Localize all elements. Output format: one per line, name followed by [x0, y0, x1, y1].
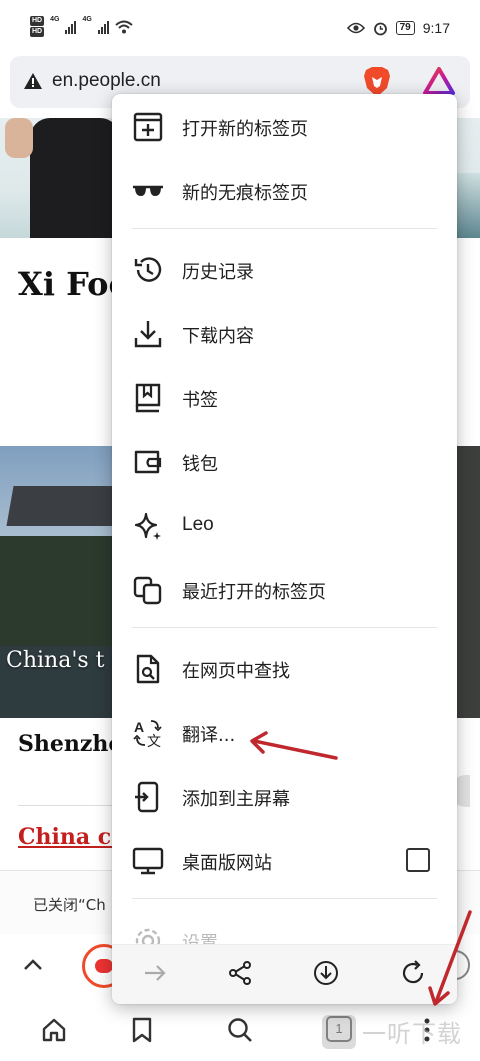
- search-icon[interactable]: [226, 1016, 254, 1044]
- story-link[interactable]: China ca Chinese: [18, 822, 118, 852]
- browser-menu: 打开新的标签页 新的无痕标签页 历史记录 下载内容 书签 钱包 Leo 最近打开…: [112, 94, 457, 1004]
- status-bar: HD HD 4G 4G 79 9:17: [0, 0, 480, 52]
- network-type: 4G: [82, 16, 92, 23]
- menu-separator: [132, 627, 437, 628]
- menu-item-label: 桌面版网站: [182, 853, 272, 874]
- signal-icon: [97, 20, 109, 34]
- brave-shield-icon: [95, 959, 113, 973]
- download-circle-icon[interactable]: [313, 960, 339, 986]
- menu-item-label: 钱包: [182, 454, 218, 475]
- hd-badges: HD HD: [30, 16, 45, 37]
- hero-hand: [5, 118, 33, 158]
- signal-icon: [65, 20, 77, 34]
- wifi-icon: [115, 20, 133, 33]
- status-left: HD HD 4G 4G: [30, 16, 133, 37]
- hd-badge: HD: [30, 27, 45, 37]
- bookmark-icon: [135, 383, 161, 413]
- snackbar-text: 已关闭“Ch: [33, 896, 106, 914]
- menu-item-label: 下载内容: [182, 326, 254, 347]
- svg-text:文: 文: [147, 734, 161, 749]
- brave-rewards-icon[interactable]: [423, 67, 455, 95]
- forward-arrow-icon[interactable]: [142, 960, 168, 986]
- leo-sparkle-icon: [134, 512, 161, 540]
- menu-item-label: 打开新的标签页: [182, 119, 308, 140]
- menu-item-history[interactable]: 历史记录: [112, 241, 457, 297]
- photo-trees: [0, 536, 120, 656]
- photo-building: [456, 446, 480, 718]
- menu-item-downloads[interactable]: 下载内容: [112, 305, 457, 361]
- clock: 9:17: [422, 20, 450, 36]
- share-icon[interactable]: [227, 960, 253, 986]
- find-in-page-icon: [136, 654, 160, 684]
- menu-action-bar: [112, 944, 457, 1004]
- menu-item-desktop-site[interactable]: 桌面版网站: [112, 832, 457, 888]
- menu-item-recent-tabs[interactable]: 最近打开的标签页: [112, 561, 457, 617]
- recent-tabs-icon: [133, 576, 162, 605]
- new-tab-icon: [133, 112, 163, 142]
- menu-item-label: 在网页中查找: [182, 661, 290, 682]
- download-icon: [134, 321, 162, 348]
- home-icon[interactable]: [40, 1016, 68, 1044]
- watermark: 一听下载: [322, 1014, 462, 1049]
- incognito-glasses-icon: [133, 185, 163, 196]
- photo-roof: [6, 486, 124, 526]
- menu-item-translate[interactable]: A文 翻译...: [112, 704, 457, 760]
- menu-separator: [132, 898, 437, 899]
- url-text[interactable]: en.people.cn: [52, 70, 161, 92]
- wallet-icon: [134, 450, 162, 474]
- menu-item-label: 最近打开的标签页: [182, 582, 326, 603]
- menu-item-label: Leo: [182, 514, 214, 535]
- svg-text:A: A: [134, 719, 144, 735]
- menu-item-add-to-home[interactable]: 添加到主屏幕: [112, 768, 457, 824]
- menu-item-new-tab[interactable]: 打开新的标签页: [112, 98, 457, 154]
- menu-item-label: 历史记录: [182, 262, 254, 283]
- menu-separator: [132, 228, 437, 229]
- desktop-icon: [132, 847, 164, 875]
- eye-icon: [346, 22, 365, 34]
- menu-item-label: 添加到主屏幕: [182, 789, 290, 810]
- story-headline[interactable]: Shenzho extrave: [18, 730, 118, 758]
- watermark-logo: [322, 1014, 356, 1049]
- alarm-icon: [373, 22, 387, 35]
- menu-item-label: 书签: [182, 390, 218, 411]
- menu-item-label: 新的无痕标签页: [182, 183, 308, 204]
- divider: [18, 805, 113, 806]
- bookmark-icon[interactable]: [130, 1016, 154, 1044]
- menu-item-label: 翻译...: [182, 725, 236, 746]
- chevron-up-icon[interactable]: [22, 954, 44, 976]
- menu-item-leo[interactable]: Leo: [112, 497, 457, 553]
- status-right: 79 9:17: [346, 20, 450, 36]
- hero-figure: [30, 118, 120, 238]
- menu-item-find-in-page[interactable]: 在网页中查找: [112, 640, 457, 696]
- menu-item-wallet[interactable]: 钱包: [112, 433, 457, 489]
- history-icon: [134, 257, 162, 282]
- network-type: 4G: [50, 16, 60, 23]
- warning-icon[interactable]: [23, 71, 43, 91]
- menu-item-bookmarks[interactable]: 书签: [112, 369, 457, 425]
- reload-icon[interactable]: [400, 960, 426, 986]
- photo-caption[interactable]: China's t summer: [6, 644, 116, 678]
- hd-badge: HD: [30, 16, 45, 26]
- add-to-home-icon: [135, 781, 159, 813]
- translate-icon: A文: [133, 719, 162, 749]
- watermark-text: 一听下载: [362, 1020, 462, 1048]
- battery-indicator: 79: [395, 21, 415, 35]
- desktop-site-checkbox[interactable]: [406, 848, 430, 872]
- article-headline[interactable]: Xi Foo backk manu innov: [18, 268, 118, 301]
- menu-item-incognito[interactable]: 新的无痕标签页: [112, 162, 457, 218]
